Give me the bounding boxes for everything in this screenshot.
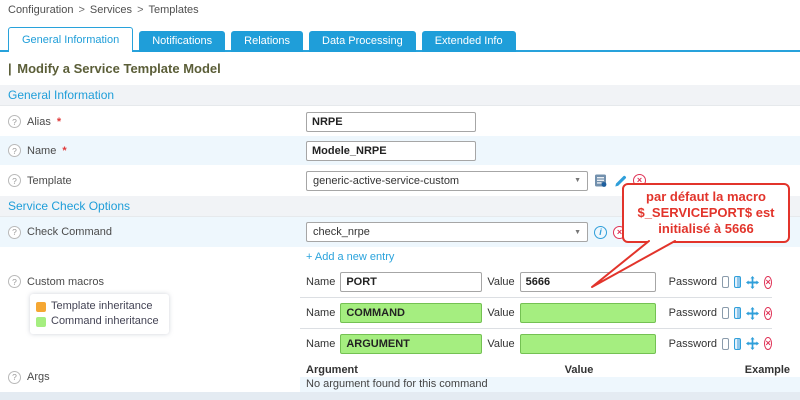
form-row-alias: ? Alias * <box>0 107 800 136</box>
macro-rows: Name Value Password × Name Value Passwor… <box>300 267 772 358</box>
annotation-line: initialisé à 5666 <box>626 221 786 237</box>
name-label: Name <box>27 145 56 157</box>
macro-row-argument: Name Value Password × <box>300 329 772 358</box>
macro-delete-icon[interactable]: × <box>764 337 772 350</box>
form-row-name: ? Name * <box>0 136 800 165</box>
args-header-value: Value <box>488 364 670 376</box>
macro-name-input[interactable] <box>340 303 482 323</box>
macro-field-icon[interactable] <box>734 276 741 288</box>
breadcrumb-item-templates[interactable]: Templates <box>149 4 199 16</box>
chevron-down-icon: ▼ <box>574 177 581 184</box>
inheritance-legend: Template inheritance Command inheritance <box>30 294 169 334</box>
macro-name-input[interactable] <box>340 334 482 354</box>
command-inheritance-label: Command inheritance <box>51 314 159 329</box>
macro-name-label: Name <box>306 338 335 350</box>
macro-name-input[interactable] <box>340 272 482 292</box>
help-icon[interactable]: ? <box>8 174 21 187</box>
next-section-edge <box>0 392 800 400</box>
breadcrumb: Configuration > Services > Templates <box>8 4 199 16</box>
macro-value-input[interactable] <box>520 334 656 354</box>
alias-input[interactable] <box>306 112 476 132</box>
help-icon[interactable]: ? <box>8 371 21 384</box>
annotation-line: par défaut la macro <box>626 189 786 205</box>
macro-delete-icon[interactable]: × <box>764 307 772 320</box>
tab-notifications[interactable]: Notifications <box>139 31 225 52</box>
centreon-service-template-page: Configuration > Services > Templates General… <box>0 0 800 400</box>
annotation-line: $_SERVICEPORT$ est <box>626 205 786 221</box>
help-icon[interactable]: ? <box>8 226 21 239</box>
page-title-bar: | <box>8 61 12 76</box>
template-inheritance-swatch <box>36 302 46 312</box>
breadcrumb-item-configuration[interactable]: Configuration <box>8 4 73 16</box>
macro-value-label: Value <box>487 307 514 319</box>
macro-value-input[interactable] <box>520 303 656 323</box>
form-row-args: ? Args Argument Value Example No argumen… <box>0 362 800 392</box>
breadcrumb-separator: > <box>78 4 84 16</box>
macro-row-command: Name Value Password × <box>300 298 772 329</box>
tab-relations[interactable]: Relations <box>231 31 303 52</box>
template-select-value: generic-active-service-custom <box>313 175 459 187</box>
annotation-callout: par défaut la macro $_SERVICEPORT$ est i… <box>622 183 790 243</box>
help-icon[interactable]: ? <box>8 144 21 157</box>
args-table-header: Argument Value Example <box>300 363 800 377</box>
chevron-down-icon: ▼ <box>574 229 581 236</box>
macro-value-label: Value <box>487 276 514 288</box>
section-general-information: General Information <box>0 85 800 106</box>
form-row-add-entry: + Add a new entry <box>0 247 800 267</box>
tab-bar: General Information Notifications Relati… <box>0 27 800 52</box>
template-label: Template <box>27 175 72 187</box>
tab-extended-info[interactable]: Extended Info <box>422 31 516 52</box>
tab-data-processing[interactable]: Data Processing <box>309 31 416 52</box>
required-asterisk: * <box>62 145 66 157</box>
help-icon[interactable]: ? <box>8 115 21 128</box>
breadcrumb-item-services[interactable]: Services <box>90 4 132 16</box>
macro-value-label: Value <box>487 338 514 350</box>
args-header-argument: Argument <box>306 364 488 376</box>
macro-value-input[interactable] <box>520 272 656 292</box>
macro-delete-icon[interactable]: × <box>764 276 772 289</box>
move-icon[interactable] <box>746 307 759 320</box>
template-details-icon[interactable] <box>594 174 607 187</box>
move-icon[interactable] <box>746 337 759 350</box>
name-input[interactable] <box>306 141 476 161</box>
check-command-select[interactable]: check_nrpe ▼ <box>306 222 588 242</box>
custom-macros-block: ? Custom macros Template inheritance Com… <box>0 267 800 362</box>
password-checkbox[interactable] <box>722 338 729 350</box>
macro-field-icon[interactable] <box>734 307 741 319</box>
info-icon[interactable]: i <box>594 226 607 239</box>
macro-field-icon[interactable] <box>734 338 741 350</box>
macro-password-label: Password <box>669 307 717 319</box>
template-inheritance-label: Template inheritance <box>51 299 153 314</box>
command-inheritance-swatch <box>36 317 46 327</box>
breadcrumb-separator: > <box>137 4 143 16</box>
check-command-label: Check Command <box>27 226 112 238</box>
alias-label: Alias <box>27 116 51 128</box>
page-title: | Modify a Service Template Model <box>8 61 223 76</box>
legend-item-template-inheritance: Template inheritance <box>36 299 159 314</box>
macro-name-label: Name <box>306 276 335 288</box>
macro-row-port: Name Value Password × <box>300 267 772 298</box>
required-asterisk: * <box>57 116 61 128</box>
args-table: Argument Value Example No argument found… <box>300 362 800 392</box>
args-label: Args <box>27 371 50 383</box>
move-icon[interactable] <box>746 276 759 289</box>
args-header-example: Example <box>670 364 790 376</box>
legend-item-command-inheritance: Command inheritance <box>36 314 159 329</box>
tab-general-information[interactable]: General Information <box>8 27 133 52</box>
page-title-text: Modify a Service Template Model <box>17 61 220 76</box>
macro-name-label: Name <box>306 307 335 319</box>
custom-macros-label: Custom macros <box>27 276 104 288</box>
add-new-entry-link[interactable]: + Add a new entry <box>306 251 394 263</box>
args-empty-message: No argument found for this command <box>300 377 800 392</box>
password-checkbox[interactable] <box>722 307 729 319</box>
help-icon[interactable]: ? <box>8 275 21 288</box>
macro-password-label: Password <box>669 338 717 350</box>
check-command-select-value: check_nrpe <box>313 226 370 238</box>
template-select[interactable]: generic-active-service-custom ▼ <box>306 171 588 191</box>
macro-password-label: Password <box>669 276 717 288</box>
password-checkbox[interactable] <box>722 276 729 288</box>
